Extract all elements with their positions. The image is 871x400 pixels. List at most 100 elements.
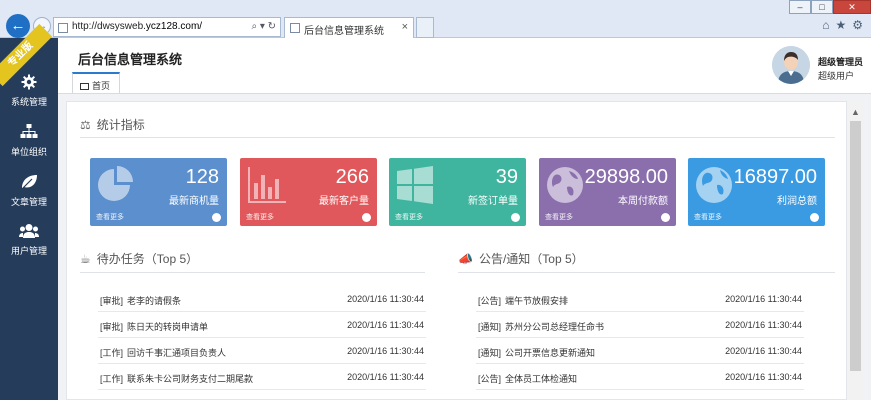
stat-label: 新签订单量	[468, 196, 518, 207]
notice-text[interactable]: 端午节放假安排	[505, 294, 568, 307]
todo-tag: [审批]	[100, 322, 124, 332]
windows-icon	[397, 166, 433, 204]
arrow-right-icon[interactable]: ➤	[511, 213, 520, 222]
stat-card-payments[interactable]: 29898.00 本周付款额 查看更多 ➤	[539, 158, 676, 226]
todo-tag: [工作]	[100, 374, 124, 384]
sidebar-item-articles[interactable]: 文章管理	[0, 174, 58, 208]
address-bar[interactable]: http://dwsysweb.ycz128.com/ ⌕ ▾ ↻	[53, 17, 281, 37]
url-text[interactable]: http://dwsysweb.ycz128.com/	[72, 21, 202, 32]
bullhorn-icon: 📣	[458, 252, 473, 266]
globe-icon	[696, 167, 732, 203]
tab-close-icon[interactable]: ×	[402, 21, 408, 33]
view-more-link[interactable]: 查看更多	[694, 212, 722, 222]
sidebar-item-label: 文章管理	[10, 197, 47, 207]
scroll-up-icon[interactable]: ▲	[851, 107, 860, 117]
view-more-link[interactable]: 查看更多	[395, 212, 423, 222]
stat-card-opportunities[interactable]: 128 最新商机量 查看更多 ➤	[90, 158, 227, 226]
gear-icon	[21, 74, 37, 90]
notice-tag: [通知]	[478, 348, 502, 358]
todo-time: 2020/1/16 11:30:44	[347, 346, 424, 356]
users-icon	[19, 224, 39, 238]
minimize-button[interactable]: –	[789, 0, 811, 14]
view-more-link[interactable]: 查看更多	[96, 212, 124, 222]
browser-tab[interactable]: 后台信息管理系统 ×	[284, 17, 414, 38]
avatar[interactable]	[772, 46, 810, 84]
todo-text[interactable]: 回访千事汇通项目负责人	[127, 346, 226, 359]
sidebar-item-label: 用户管理	[10, 246, 47, 256]
stat-card-profit[interactable]: 16897.00 利润总额 查看更多 ➤	[688, 158, 825, 226]
app-header: 后台信息管理系统 首页 超级管理员 超级用户	[58, 38, 871, 93]
arrow-right-icon[interactable]: ➤	[661, 213, 670, 222]
todo-time: 2020/1/16 11:30:44	[347, 294, 424, 304]
maximize-button[interactable]: □	[811, 0, 833, 14]
todo-row[interactable]: [审批] 老李的请假条 2020/1/16 11:30:44	[98, 286, 426, 312]
url-domain: ycz128.com/	[145, 21, 203, 32]
new-tab-button[interactable]	[416, 17, 434, 38]
todo-time: 2020/1/16 11:30:44	[347, 372, 424, 382]
sidebar-item-users[interactable]: 用户管理	[0, 223, 58, 257]
org-chart-icon	[20, 124, 38, 138]
address-tools[interactable]: ⌕ ▾ ↻	[251, 21, 276, 32]
stat-value: 29898.00	[584, 166, 668, 188]
notice-row[interactable]: [通知] 公司开票信息更新通知 2020/1/16 11:30:44	[476, 338, 804, 364]
todo-time: 2020/1/16 11:30:44	[347, 320, 424, 330]
todo-title: 待办任务（Top 5）	[96, 252, 199, 266]
todo-tag: [审批]	[100, 296, 124, 306]
notice-text[interactable]: 公司开票信息更新通知	[505, 346, 595, 359]
notice-row[interactable]: [公告] 端午节放假安排 2020/1/16 11:30:44	[476, 286, 804, 312]
leaf-icon	[22, 175, 37, 189]
arrow-right-icon[interactable]: ➤	[212, 213, 221, 222]
view-more-link[interactable]: 查看更多	[246, 212, 274, 222]
tab-favicon-icon	[290, 23, 300, 33]
tab-title: 后台信息管理系统	[304, 26, 384, 37]
notice-time: 2020/1/16 11:30:44	[725, 346, 802, 356]
arrow-right-icon[interactable]: ➤	[810, 213, 819, 222]
divider	[80, 272, 425, 273]
stat-label: 最新商机量	[169, 196, 219, 207]
notice-text[interactable]: 全体员工体检通知	[505, 372, 577, 385]
stat-card-customers[interactable]: 266 最新客户量 查看更多 ➤	[240, 158, 377, 226]
back-button[interactable]: ←	[6, 14, 30, 38]
home-icon[interactable]: ⌂	[822, 18, 829, 32]
sidebar-item-org[interactable]: 单位组织	[0, 124, 58, 158]
view-more-link[interactable]: 查看更多	[545, 212, 573, 222]
stat-card-orders[interactable]: 39 新签订单量 查看更多 ➤	[389, 158, 526, 226]
close-window-button[interactable]: ✕	[833, 0, 871, 14]
arrow-right-icon[interactable]: ➤	[362, 213, 371, 222]
divider	[458, 272, 835, 273]
sidebar: 专业版 系统管理 单位组织 文章管理 用户管理	[0, 23, 58, 400]
pie-chart-icon	[98, 166, 133, 201]
favorites-icon[interactable]: ★	[835, 18, 846, 32]
sidebar-item-system[interactable]: 系统管理	[0, 74, 58, 108]
todo-row[interactable]: [审批] 陈日天的转岗申请单 2020/1/16 11:30:44	[98, 312, 426, 338]
scrollbar-thumb[interactable]	[850, 121, 861, 371]
notice-time: 2020/1/16 11:30:44	[725, 320, 802, 330]
page-icon	[58, 23, 68, 33]
notice-tag: [通知]	[478, 322, 502, 332]
stat-value: 39	[495, 166, 518, 188]
stat-value: 16897.00	[733, 166, 817, 188]
notice-section-title: 📣 公告/通知（Top 5）	[458, 250, 584, 267]
stats-title: 统计指标	[96, 118, 145, 132]
stat-value: 128	[185, 166, 219, 188]
notice-row[interactable]: [通知] 苏州分公司总经理任命书 2020/1/16 11:30:44	[476, 312, 804, 338]
sidebar-item-label: 单位组织	[10, 147, 47, 157]
notice-row[interactable]: [公告] 全体员工体检通知 2020/1/16 11:30:44	[476, 364, 804, 390]
notice-tag: [公告]	[478, 374, 502, 384]
notice-time: 2020/1/16 11:30:44	[725, 372, 802, 382]
stat-label: 最新客户量	[319, 196, 369, 207]
user-role: 超级用户	[818, 71, 855, 81]
settings-icon[interactable]: ⚙	[852, 18, 863, 32]
todo-text[interactable]: 老李的请假条	[127, 294, 181, 307]
stat-label: 本周付款额	[618, 196, 668, 207]
window-controls: – □ ✕	[789, 0, 871, 14]
notice-text[interactable]: 苏州分公司总经理任命书	[505, 320, 604, 333]
todo-text[interactable]: 陈日天的转岗申请单	[127, 320, 208, 333]
vertical-scrollbar[interactable]: ▲	[848, 101, 863, 400]
notice-time: 2020/1/16 11:30:44	[725, 294, 802, 304]
todo-row[interactable]: [工作] 联系朱卡公司财务支付二期尾款 2020/1/16 11:30:44	[98, 364, 426, 390]
bar-chart-icon	[248, 167, 286, 203]
todo-text[interactable]: 联系朱卡公司财务支付二期尾款	[127, 372, 253, 385]
todo-row[interactable]: [工作] 回访千事汇通项目负责人 2020/1/16 11:30:44	[98, 338, 426, 364]
tab-home[interactable]: 首页	[72, 72, 120, 93]
